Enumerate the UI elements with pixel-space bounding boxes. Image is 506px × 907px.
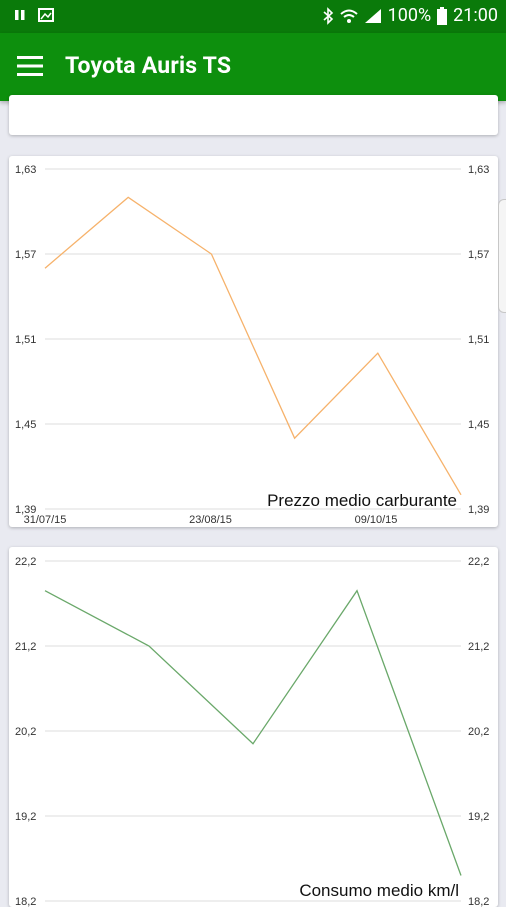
wifi-icon [339, 9, 358, 23]
consumption-chart: 22,2 22,2 21,2 21,2 20,2 20,2 19,2 19,2 18,2 18,2… [15, 556, 489, 907]
scroll-handle[interactable] [498, 199, 506, 313]
y-tick-label-left: 1,63 [15, 164, 36, 176]
battery-icon [437, 6, 448, 25]
y-tick-label-right: 1,45 [468, 419, 489, 431]
consumption-chart-title: Consumo medio km/l [299, 881, 459, 900]
clock: 21:00 [453, 5, 498, 26]
y-tick-label-right: 21,2 [468, 641, 489, 653]
y-tick-label-right: 1,39 [468, 504, 489, 516]
x-tick-label: 09/10/15 [355, 514, 398, 526]
y-tick-label-right: 1,57 [468, 249, 489, 261]
y-tick-label-left: 1,45 [15, 419, 36, 431]
battery-percent: 100% [387, 5, 432, 26]
previous-card [9, 95, 498, 135]
status-right-icons: 100% 21:00 [322, 5, 498, 26]
app-bar: Toyota Auris TS [0, 33, 506, 101]
gallery-image-icon [38, 8, 54, 22]
y-tick-label-right: 22,2 [468, 556, 489, 568]
x-tick-label: 23/08/15 [189, 514, 232, 526]
y-tick-label-left: 18,2 [15, 896, 36, 907]
y-tick-label-right: 19,2 [468, 811, 489, 823]
y-tick-label-right: 1,63 [468, 164, 489, 176]
price-chart: 31/07/15 23/08/15 09/10/15 1,63 1,631,57 1,5… [15, 164, 489, 526]
price-chart-card: 31/07/15 23/08/15 09/10/15 1,63 1,63 1,57 1,5… [9, 156, 498, 527]
status-left-icons [14, 8, 54, 22]
page-title: Toyota Auris TS [65, 52, 232, 79]
bluetooth-icon [323, 6, 333, 25]
y-tick-label-left: 22,2 [15, 556, 36, 568]
series-line [44, 196, 462, 496]
status-bar: 100% 21:00 [0, 0, 506, 33]
y-tick-label-right: 1,51 [468, 334, 489, 346]
y-tick-label-left: 21,2 [15, 641, 36, 653]
y-tick-label-left: 1,57 [15, 249, 36, 261]
y-tick-label-right: 20,2 [468, 726, 489, 738]
notification-pause-icon [15, 10, 25, 20]
series-line [44, 589, 462, 876]
y-tick-label-left: 20,2 [15, 726, 36, 738]
y-tick-label-left: 1,39 [15, 504, 36, 516]
price-chart-title: Prezzo medio carburante [267, 491, 457, 510]
y-tick-label-left: 19,2 [15, 811, 36, 823]
y-tick-label-left: 1,51 [15, 334, 36, 346]
signal-icon [364, 8, 381, 23]
y-tick-label-right: 18,2 [468, 896, 489, 907]
consumption-chart-card: 22,2 22,2 21,2 21,2 20,2 20,2 19,2 19,2 18,2 18,2… [9, 547, 498, 907]
hamburger-menu-icon[interactable] [17, 55, 43, 77]
